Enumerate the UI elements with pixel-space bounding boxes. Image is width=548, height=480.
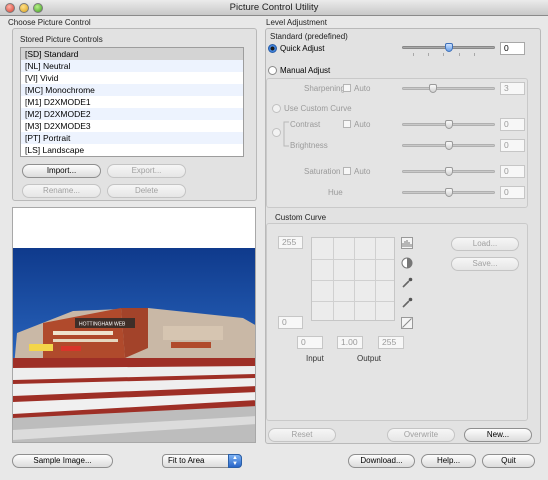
curve-line-icon[interactable] bbox=[400, 316, 414, 330]
saturation-label: Saturation bbox=[304, 167, 341, 176]
custom-curve-panel bbox=[266, 223, 528, 421]
histogram-icon[interactable] bbox=[400, 236, 414, 250]
sharpening-slider-knob[interactable] bbox=[429, 84, 438, 93]
quick-adjust-value-field[interactable]: 0 bbox=[500, 42, 525, 55]
contrast-slider[interactable] bbox=[402, 120, 495, 129]
preview-banner-text: HOTTINGHAM WEB bbox=[79, 322, 126, 328]
export-button[interactable]: Export... bbox=[107, 164, 186, 178]
download-button[interactable]: Download... bbox=[348, 454, 415, 468]
hue-value-field[interactable]: 0 bbox=[500, 186, 525, 199]
reset-button[interactable]: Reset bbox=[268, 428, 336, 442]
contrast-label: Contrast bbox=[290, 120, 321, 129]
use-custom-curve-radio[interactable] bbox=[272, 104, 281, 113]
curve-top-value-field[interactable]: 255 bbox=[278, 236, 303, 249]
preset-title: Standard (predefined) bbox=[270, 32, 348, 41]
eyedropper-icon[interactable] bbox=[400, 276, 414, 290]
hue-slider-knob[interactable] bbox=[444, 188, 453, 197]
list-item[interactable]: [NL] Neutral bbox=[21, 60, 243, 72]
saturation-auto-checkbox[interactable] bbox=[343, 167, 351, 175]
select-arrows-icon: ▲ ▼ bbox=[228, 454, 242, 468]
contrast-auto-checkbox[interactable] bbox=[343, 120, 351, 128]
stored-picture-controls-title: Stored Picture Controls bbox=[20, 35, 103, 44]
curve-grid[interactable] bbox=[311, 237, 395, 321]
list-item[interactable]: [LS] Landscape bbox=[21, 144, 243, 156]
rename-button[interactable]: Rename... bbox=[22, 184, 101, 198]
contrast-brightness-bracket bbox=[283, 121, 289, 147]
list-item[interactable]: [M1] D2XMODE1 bbox=[21, 96, 243, 108]
title-bar: Picture Control Utility bbox=[0, 0, 548, 16]
list-item[interactable]: [VI] Vivid bbox=[21, 72, 243, 84]
sharpening-value-field[interactable]: 3 bbox=[500, 82, 525, 95]
sharpening-label: Sharpening bbox=[304, 84, 345, 93]
sharpening-auto-checkbox[interactable] bbox=[343, 84, 351, 92]
quick-adjust-label: Quick Adjust bbox=[280, 44, 325, 53]
manual-adjust-radio[interactable] bbox=[268, 66, 277, 75]
list-item[interactable]: [M3] D2XMODE3 bbox=[21, 120, 243, 132]
level-adjustment-title: Level Adjustment bbox=[266, 18, 327, 27]
delete-button[interactable]: Delete bbox=[107, 184, 186, 198]
eyedropper-icon[interactable] bbox=[400, 296, 414, 310]
quit-button[interactable]: Quit bbox=[482, 454, 535, 468]
help-button[interactable]: Help... bbox=[421, 454, 476, 468]
fit-to-area-select-value: Fit to Area bbox=[168, 456, 205, 465]
window-title: Picture Control Utility bbox=[229, 2, 319, 13]
choose-picture-control-title: Choose Picture Control bbox=[8, 18, 91, 27]
quick-adjust-slider[interactable] bbox=[402, 43, 495, 56]
load-curve-button[interactable]: Load... bbox=[451, 237, 519, 251]
contrast-circle-icon[interactable] bbox=[400, 256, 414, 270]
sharpening-slider[interactable] bbox=[402, 84, 495, 93]
curve-input-field[interactable]: 0 bbox=[297, 336, 323, 349]
custom-curve-title: Custom Curve bbox=[275, 213, 327, 222]
use-custom-curve-label: Use Custom Curve bbox=[284, 104, 352, 113]
save-curve-button[interactable]: Save... bbox=[451, 257, 519, 271]
contrast-slider-knob[interactable] bbox=[444, 120, 453, 129]
picture-control-list[interactable]: [SD] Standard [NL] Neutral [VI] Vivid [M… bbox=[20, 47, 244, 157]
hue-slider[interactable] bbox=[402, 188, 495, 197]
fit-to-area-select[interactable]: Fit to Area ▲ ▼ bbox=[162, 454, 242, 468]
new-button[interactable]: New... bbox=[464, 428, 532, 442]
sharpening-auto-label: Auto bbox=[354, 84, 371, 93]
hue-label: Hue bbox=[328, 188, 343, 197]
import-button[interactable]: Import... bbox=[22, 164, 101, 178]
saturation-slider[interactable] bbox=[402, 167, 495, 176]
saturation-slider-knob[interactable] bbox=[444, 167, 453, 176]
curve-output-label: Output bbox=[357, 354, 382, 363]
quick-adjust-radio[interactable] bbox=[268, 44, 277, 53]
curve-bottom-value-field[interactable]: 0 bbox=[278, 316, 303, 329]
contrast-auto-label: Auto bbox=[354, 120, 371, 129]
curve-input-label: Input bbox=[306, 354, 324, 363]
list-item[interactable]: [SD] Standard bbox=[21, 48, 243, 60]
stadium-photo: HOTTINGHAM WEB bbox=[13, 248, 255, 442]
quick-adjust-slider-knob[interactable] bbox=[444, 43, 453, 52]
saturation-value-field[interactable]: 0 bbox=[500, 165, 525, 178]
contrast-value-field[interactable]: 0 bbox=[500, 118, 525, 131]
overwrite-button[interactable]: Overwrite bbox=[387, 428, 455, 442]
brightness-value-field[interactable]: 0 bbox=[500, 139, 525, 152]
curve-output-field[interactable]: 255 bbox=[378, 336, 404, 349]
list-item[interactable]: [M2] D2XMODE2 bbox=[21, 108, 243, 120]
curve-gamma-field[interactable]: 1.00 bbox=[337, 336, 363, 349]
brightness-slider[interactable] bbox=[402, 141, 495, 150]
saturation-auto-label: Auto bbox=[354, 167, 371, 176]
brightness-slider-knob[interactable] bbox=[444, 141, 453, 150]
sample-image-button[interactable]: Sample Image... bbox=[12, 454, 113, 468]
preview-image-pane: HOTTINGHAM WEB bbox=[12, 207, 256, 443]
list-item[interactable]: [PT] Portrait bbox=[21, 132, 243, 144]
manual-adjust-label: Manual Adjust bbox=[280, 66, 331, 75]
brightness-label: Brightness bbox=[290, 141, 328, 150]
list-item[interactable]: [MC] Monochrome bbox=[21, 84, 243, 96]
